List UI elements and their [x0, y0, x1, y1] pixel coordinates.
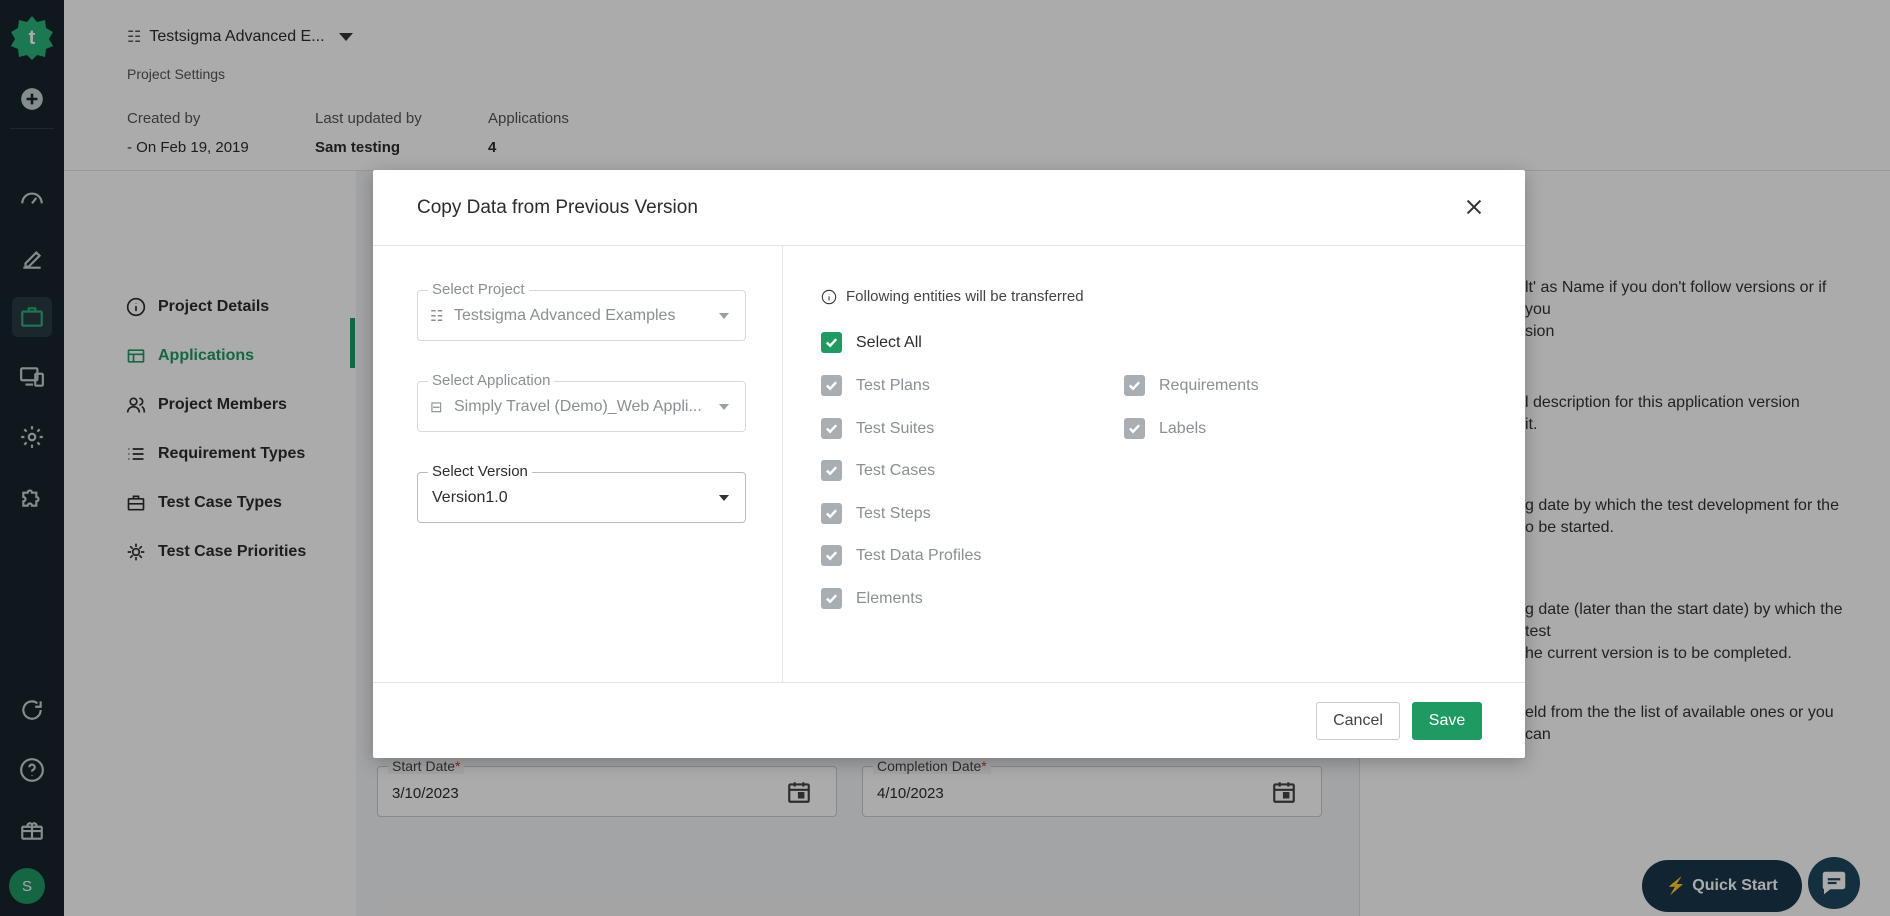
checkbox-requirements[interactable]: Requirements — [1124, 375, 1259, 396]
select-application-dropdown: Select Application ⊟ Simply Travel (Demo… — [417, 372, 746, 432]
project-grid-icon: ☷ — [430, 308, 444, 325]
select-project-dropdown: Select Project ☷ Testsigma Advanced Exam… — [417, 281, 746, 341]
dialog-title: Copy Data from Previous Version — [417, 197, 698, 218]
checkbox-checked-icon — [821, 418, 842, 439]
app-icon: ⊟ — [430, 399, 443, 416]
save-button[interactable]: Save — [1412, 702, 1482, 740]
dialog-selection-pane: Select Project ☷ Testsigma Advanced Exam… — [373, 246, 783, 682]
chevron-down-icon — [719, 495, 729, 501]
dialog-header: Copy Data from Previous Version — [373, 170, 1525, 246]
chevron-down-icon — [719, 313, 729, 319]
select-all-checkbox[interactable]: Select All — [821, 332, 922, 353]
checkbox-test-steps[interactable]: Test Steps — [821, 503, 931, 524]
transfer-info: Following entities will be transferred — [821, 288, 1084, 305]
checkbox-checked-icon — [821, 503, 842, 524]
chevron-down-icon — [719, 404, 729, 410]
checkbox-test-plans[interactable]: Test Plans — [821, 375, 930, 396]
checkbox-test-suites[interactable]: Test Suites — [821, 418, 934, 439]
cancel-button[interactable]: Cancel — [1316, 702, 1400, 740]
copy-data-dialog: Copy Data from Previous Version Select P… — [373, 170, 1525, 758]
checkbox-checked-icon — [821, 375, 842, 396]
checkbox-test-data-profiles[interactable]: Test Data Profiles — [821, 545, 981, 566]
checkbox-labels[interactable]: Labels — [1124, 418, 1206, 439]
checkbox-checked-icon — [821, 460, 842, 481]
select-version-dropdown[interactable]: Select Version Version1.0 — [417, 463, 746, 523]
checkbox-elements[interactable]: Elements — [821, 588, 923, 609]
checkbox-checked-icon — [1124, 418, 1145, 439]
info-icon — [821, 289, 837, 304]
checkbox-checked-icon — [821, 545, 842, 566]
checkbox-checked-icon — [821, 332, 842, 353]
close-icon[interactable] — [1463, 196, 1485, 218]
checkbox-checked-icon — [1124, 375, 1145, 396]
checkbox-test-cases[interactable]: Test Cases — [821, 460, 935, 481]
checkbox-checked-icon — [821, 588, 842, 609]
